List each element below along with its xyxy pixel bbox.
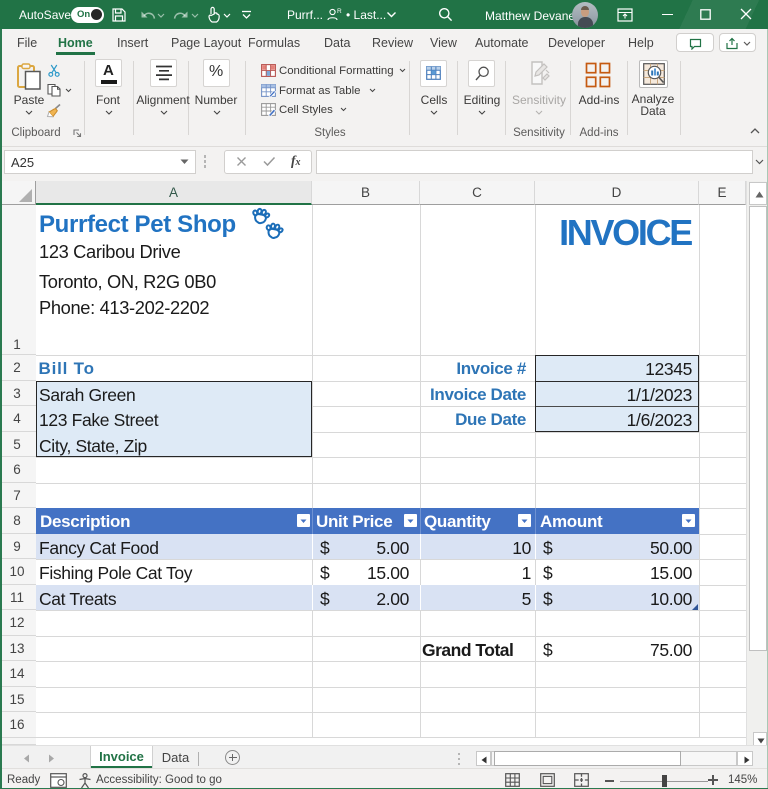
- svg-text:R: R: [337, 8, 342, 15]
